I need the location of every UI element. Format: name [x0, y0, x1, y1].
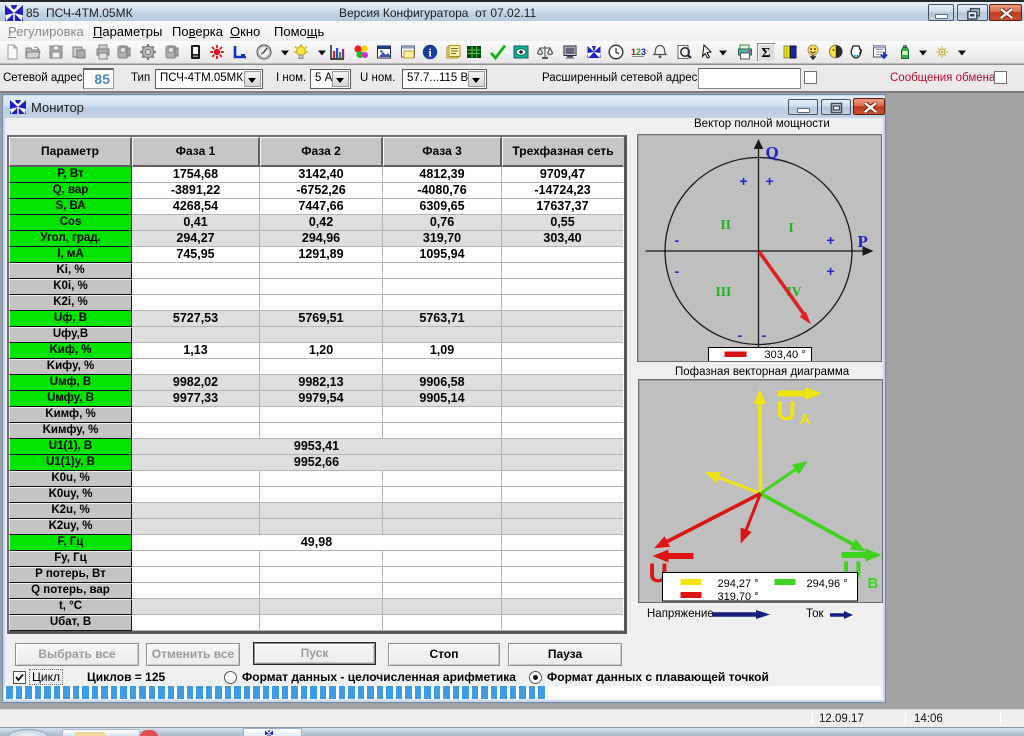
svg-text:Σ: Σ — [761, 46, 770, 61]
svg-text:II: II — [721, 217, 732, 232]
svg-text:I: I — [789, 220, 794, 235]
svg-text:A: A — [800, 411, 811, 428]
svg-text:+: + — [766, 173, 774, 189]
svg-text:-: - — [675, 232, 680, 248]
svg-text:+: + — [827, 232, 835, 248]
svg-text:B: B — [868, 575, 879, 592]
svg-text:+: + — [827, 263, 835, 279]
svg-text:P: P — [858, 232, 868, 251]
svg-text:319,70 °: 319,70 ° — [718, 591, 759, 602]
svg-text:U: U — [777, 396, 797, 426]
svg-text:-: - — [675, 263, 680, 279]
svg-text:-: - — [738, 327, 743, 343]
svg-text:3: 3 — [641, 47, 646, 57]
svg-text:303,40 °: 303,40 ° — [765, 349, 806, 361]
svg-text:III: III — [716, 284, 732, 299]
svg-text:294,96 °: 294,96 ° — [807, 578, 848, 590]
svg-text:294,27 °: 294,27 ° — [718, 578, 759, 590]
svg-text:Q: Q — [766, 143, 779, 162]
svg-text:+: + — [740, 173, 748, 189]
svg-text:-: - — [762, 327, 767, 343]
